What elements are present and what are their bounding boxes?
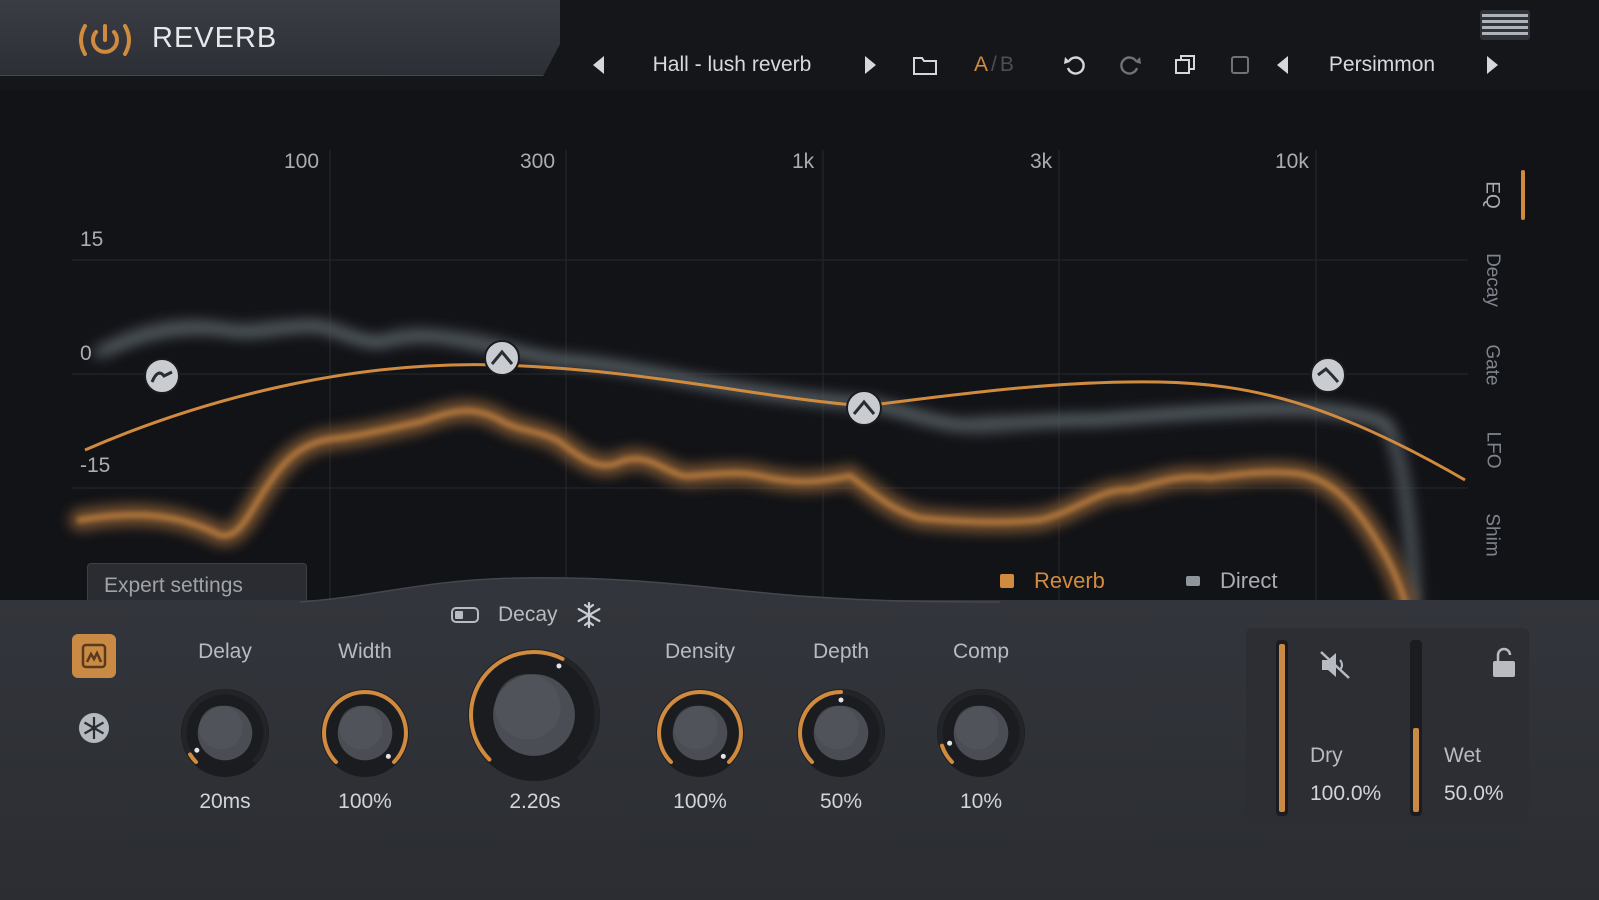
undo-icon[interactable] [1060,52,1090,78]
knob-density-value: 100% [673,790,727,813]
eq-node-high-shelf[interactable] [1310,357,1346,393]
tab-decay[interactable]: Decay [1468,240,1516,320]
knob-delay-value: 20ms [199,790,251,813]
freq-label-10k: 10k [1275,150,1309,173]
knob-density-label: Density [664,640,736,663]
unlock-icon[interactable] [1490,646,1518,680]
knob-delay-label: Delay [198,640,252,663]
next-preset-icon[interactable] [860,52,880,78]
knob-pointer [556,663,562,669]
knob-pointer [194,747,200,753]
knob-comp-label: Comp [952,640,1010,663]
eq-graph[interactable]: 100 300 1k 3k 10k 15 0 -15 EQ Decay Gate… [0,90,1599,603]
db-label-15: 15 [80,228,104,251]
wet-label: Wet [1444,744,1481,767]
plugin-title: REVERB [152,22,278,54]
tab-gate[interactable]: Gate [1468,325,1516,405]
dry-meter-fill [1279,644,1285,812]
eq-node-bell-1[interactable] [484,340,520,376]
knob-depth[interactable] [794,686,888,780]
prev-theme-icon[interactable] [1272,52,1292,78]
dry-value[interactable]: 100.0% [1310,782,1381,806]
freq-label-1k: 1k [792,150,815,173]
knob-pointer [720,753,726,759]
db-label-0: 0 [80,342,92,365]
tab-shim[interactable]: Shim [1468,495,1516,575]
theme-name[interactable]: Persimmon [1312,52,1452,78]
wet-value[interactable]: 50.0% [1444,782,1504,806]
folder-icon[interactable] [910,52,940,78]
battery-icon[interactable] [450,605,482,625]
menu-icon[interactable] [1480,10,1530,40]
prev-preset-icon[interactable] [588,52,608,78]
tab-lfo-label: LFO [1481,431,1503,469]
snowflake-icon[interactable] [574,600,604,630]
ab-separator: / [991,53,997,76]
paste-icon[interactable] [1225,52,1255,78]
wet-meter-fill [1413,728,1419,812]
header: REVERB Hall - lush reverb A / B Persimmo… [0,0,1599,90]
db-label-minus-15: -15 [80,454,111,477]
eq-node-bell-2[interactable] [846,390,882,426]
dry-meter[interactable] [1276,640,1288,816]
active-tab-indicator [1521,170,1525,220]
decay-header-label: Decay [498,603,558,626]
knob-depth-label: Depth [812,640,870,663]
next-theme-icon[interactable] [1482,52,1502,78]
knob-pointer [838,697,844,703]
freq-label-3k: 3k [1030,150,1053,173]
tab-eq-label: EQ [1481,181,1503,209]
tab-gate-label: Gate [1481,344,1503,386]
wet-meter[interactable] [1410,640,1422,816]
tab-lfo[interactable]: LFO [1468,410,1516,490]
character-icon[interactable] [72,634,116,678]
left-fade [0,90,200,602]
grid [72,150,1468,602]
redo-icon[interactable] [1115,52,1145,78]
ab-a[interactable]: A [974,53,988,77]
knob-decay[interactable] [465,646,605,786]
tab-decay-label: Decay [1482,253,1504,307]
knob-width-value: 100% [338,790,392,813]
knob-width[interactable] [318,686,412,780]
eq-node-low-shelf[interactable] [144,358,180,394]
power-icon[interactable] [76,20,134,60]
knob-pointer [947,740,953,746]
freq-label-100: 100 [284,150,320,173]
preset-name[interactable]: Hall - lush reverb [622,52,842,78]
knob-comp[interactable] [934,686,1028,780]
tab-shim-label: Shim [1481,513,1503,557]
dry-label: Dry [1310,744,1343,767]
knob-pointer [385,753,391,759]
copy-icon[interactable] [1170,52,1200,78]
ab-b[interactable]: B [1000,53,1014,77]
freeze-icon[interactable] [72,706,116,750]
knob-decay-value: 2.20s [509,790,561,813]
knob-density[interactable] [653,686,747,780]
ab-compare[interactable]: A / B [974,52,1034,78]
knob-width-label: Width [338,640,392,663]
knob-delay[interactable] [178,686,272,780]
preset-toolbar: Hall - lush reverb A / B Persimmon [560,44,1599,84]
knob-comp-value: 10% [959,790,1003,813]
freq-label-300: 300 [520,150,556,173]
tab-eq[interactable]: EQ [1468,155,1516,235]
panel-top-edge [0,577,1599,606]
decay-header: Decay [450,600,620,630]
knob-depth-value: 50% [819,790,863,813]
mute-icon[interactable] [1318,648,1352,682]
